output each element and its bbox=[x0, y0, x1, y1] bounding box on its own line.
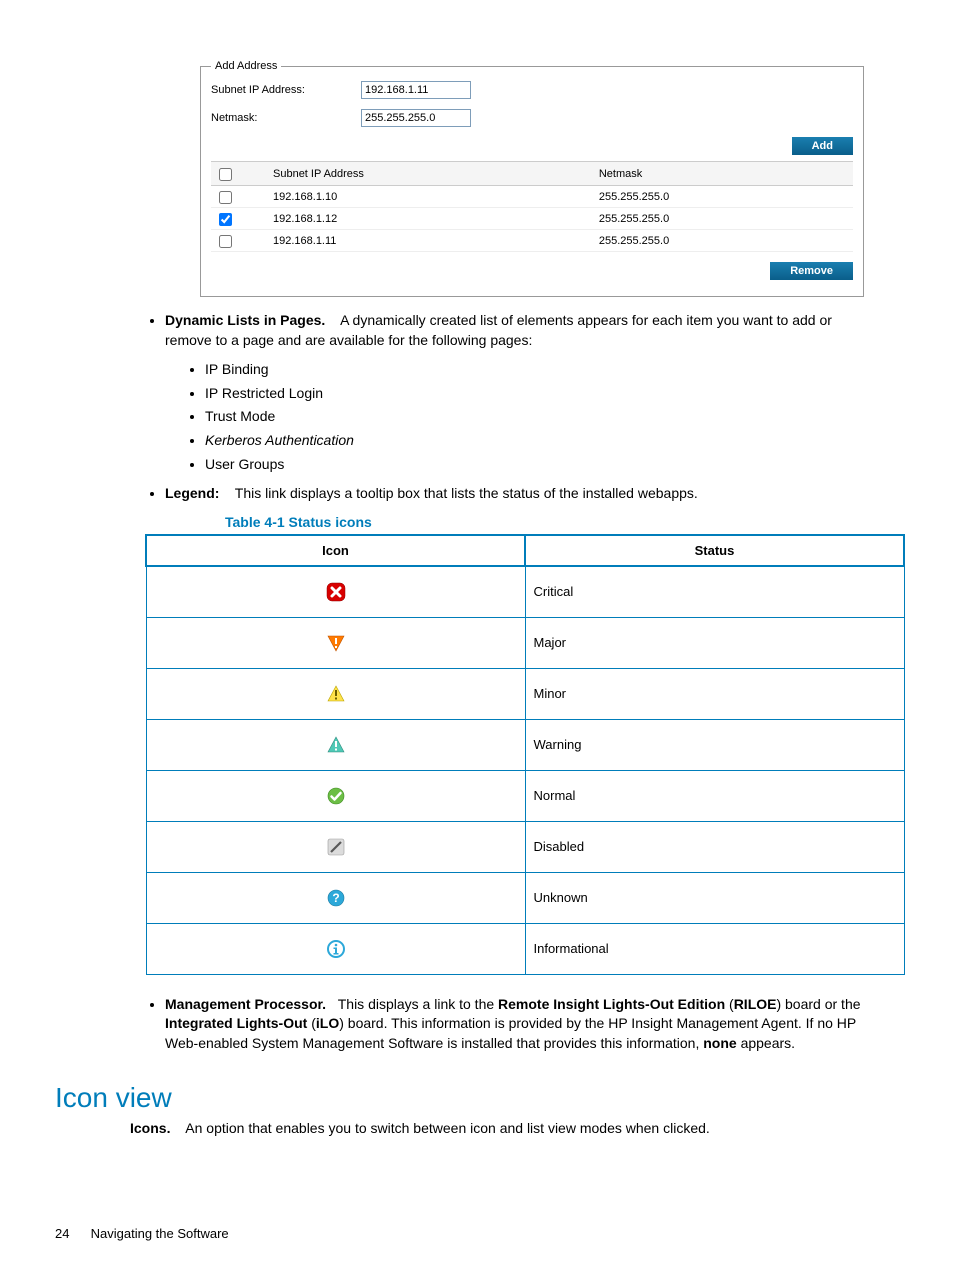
row-mask: 255.255.255.0 bbox=[595, 186, 853, 208]
icon-view-heading: Icon view bbox=[55, 1082, 864, 1114]
mgmt-text: ) board or the bbox=[776, 996, 860, 1012]
status-label: Critical bbox=[525, 566, 904, 618]
table-row: Informational bbox=[146, 923, 904, 974]
add-address-legend: Add Address bbox=[211, 60, 281, 72]
status-th-status: Status bbox=[525, 535, 904, 566]
table-row: Unknown bbox=[146, 872, 904, 923]
table-row: Disabled bbox=[146, 821, 904, 872]
row-checkbox[interactable] bbox=[219, 213, 232, 226]
header-mask: Netmask bbox=[595, 162, 853, 186]
row-ip: 192.168.1.10 bbox=[269, 186, 595, 208]
select-all-checkbox[interactable] bbox=[219, 168, 232, 181]
table-row: Major bbox=[146, 617, 904, 668]
status-table-caption: Table 4-1 Status icons bbox=[225, 514, 864, 530]
add-address-fieldset: Add Address Subnet IP Address: Netmask: … bbox=[200, 60, 864, 297]
status-label: Major bbox=[525, 617, 904, 668]
table-row: Normal bbox=[146, 770, 904, 821]
status-label: Disabled bbox=[525, 821, 904, 872]
status-label: Warning bbox=[525, 719, 904, 770]
page-footer: 24 Navigating the Software bbox=[55, 1226, 229, 1241]
row-checkbox[interactable] bbox=[219, 191, 232, 204]
inner-item: IP Restricted Login bbox=[205, 384, 864, 404]
icons-label: Icons. bbox=[130, 1120, 170, 1136]
mgmt-bold: RILOE bbox=[734, 996, 777, 1012]
status-th-icon: Icon bbox=[146, 535, 525, 566]
add-button[interactable]: Add bbox=[792, 137, 853, 155]
minor-icon bbox=[326, 684, 346, 704]
table-row: Critical bbox=[146, 566, 904, 618]
chapter-title: Navigating the Software bbox=[91, 1226, 229, 1241]
icons-paragraph: Icons. An option that enables you to swi… bbox=[130, 1120, 864, 1136]
row-mask: 255.255.255.0 bbox=[595, 208, 853, 230]
mgmt-text: ( bbox=[307, 1015, 316, 1031]
status-icons-table: Icon Status Critical Major Minor bbox=[145, 534, 905, 975]
table-row: 192.168.1.11 255.255.255.0 bbox=[211, 230, 853, 252]
major-icon bbox=[326, 633, 346, 653]
warning-icon bbox=[326, 735, 346, 755]
mgmt-bold: iLO bbox=[316, 1015, 339, 1031]
critical-icon bbox=[326, 582, 346, 602]
status-label: Normal bbox=[525, 770, 904, 821]
mgmt-text: ( bbox=[725, 996, 734, 1012]
row-ip: 192.168.1.12 bbox=[269, 208, 595, 230]
status-label: Unknown bbox=[525, 872, 904, 923]
header-checkbox-cell bbox=[211, 162, 269, 186]
table-row: 192.168.1.10 255.255.255.0 bbox=[211, 186, 853, 208]
icons-text: An option that enables you to switch bet… bbox=[185, 1120, 710, 1136]
netmask-input[interactable] bbox=[361, 109, 471, 127]
ip-table: Subnet IP Address Netmask 192.168.1.10 2… bbox=[211, 161, 853, 252]
row-ip: 192.168.1.11 bbox=[269, 230, 595, 252]
mgmt-bold: Remote Insight Lights-Out Edition bbox=[498, 996, 725, 1012]
header-ip: Subnet IP Address bbox=[269, 162, 595, 186]
list-item-mgmt-processor: Management Processor. This displays a li… bbox=[165, 995, 864, 1054]
inner-item: User Groups bbox=[205, 455, 864, 475]
mgmt-text: This displays a link to the bbox=[338, 996, 498, 1012]
remove-button[interactable]: Remove bbox=[770, 262, 853, 280]
info-icon bbox=[326, 939, 346, 959]
legend-text: This link displays a tooltip box that li… bbox=[235, 485, 698, 501]
inner-item: Kerberos Authentication bbox=[205, 431, 864, 451]
mgmt-text: appears. bbox=[737, 1035, 795, 1051]
list-item-legend: Legend: This link displays a tooltip box… bbox=[165, 484, 864, 504]
subnet-ip-input[interactable] bbox=[361, 81, 471, 99]
table-row: Warning bbox=[146, 719, 904, 770]
list-item-dynamic-lists: Dynamic Lists in Pages. A dynamically cr… bbox=[165, 311, 864, 474]
mgmt-label: Management Processor. bbox=[165, 996, 326, 1012]
disabled-icon bbox=[326, 837, 346, 857]
table-row: Minor bbox=[146, 668, 904, 719]
status-label: Minor bbox=[525, 668, 904, 719]
row-checkbox[interactable] bbox=[219, 235, 232, 248]
normal-icon bbox=[326, 786, 346, 806]
dynamic-lists-label: Dynamic Lists in Pages. bbox=[165, 312, 325, 328]
kerberos-auth-label: Kerberos Authentication bbox=[205, 432, 354, 448]
status-label: Informational bbox=[525, 923, 904, 974]
table-row: 192.168.1.12 255.255.255.0 bbox=[211, 208, 853, 230]
inner-item: Trust Mode bbox=[205, 407, 864, 427]
inner-item: IP Binding bbox=[205, 360, 864, 380]
page-number: 24 bbox=[55, 1226, 87, 1241]
mgmt-bold: none bbox=[703, 1035, 736, 1051]
unknown-icon bbox=[326, 888, 346, 908]
netmask-label: Netmask: bbox=[211, 112, 361, 124]
subnet-ip-label: Subnet IP Address: bbox=[211, 84, 361, 96]
legend-label: Legend: bbox=[165, 485, 219, 501]
mgmt-bold: Integrated Lights-Out bbox=[165, 1015, 307, 1031]
row-mask: 255.255.255.0 bbox=[595, 230, 853, 252]
